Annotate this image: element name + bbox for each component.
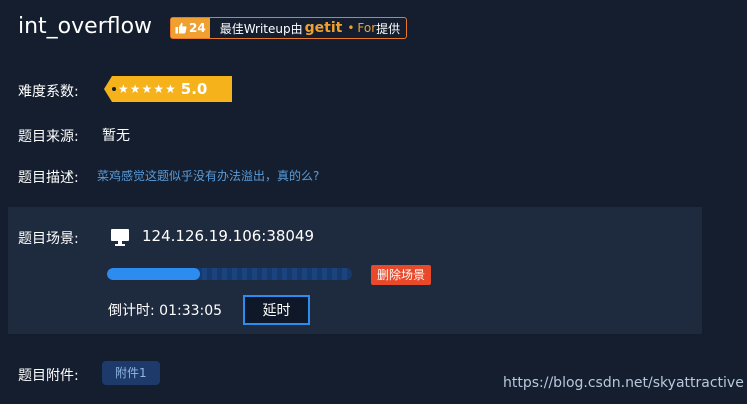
like-count[interactable]: 24 bbox=[171, 18, 210, 38]
watermark: https://blog.csdn.net/skyattractive bbox=[503, 375, 744, 391]
countdown-value: 01:33:05 bbox=[159, 303, 223, 319]
extend-time-button[interactable]: 延时 bbox=[243, 295, 310, 325]
monitor-icon bbox=[111, 229, 129, 246]
like-count-value: 24 bbox=[189, 21, 206, 35]
challenge-title: int_overflow bbox=[18, 14, 153, 39]
difficulty-stars: ★★★★★ bbox=[118, 82, 177, 96]
difficulty-tag: ★★★★★ 5.0 bbox=[104, 76, 232, 102]
tag-hole bbox=[112, 87, 116, 91]
scene-address[interactable]: 124.126.19.106:38049 bbox=[142, 227, 314, 245]
writeup-badge[interactable]: 24 最佳Writeup由 getit • For 提供 bbox=[170, 17, 408, 39]
scene-label: 题目场景: bbox=[18, 231, 79, 247]
difficulty-label: 难度系数: bbox=[18, 84, 79, 100]
source-value: 暂无 bbox=[102, 128, 130, 144]
writeup-suffix: 提供 bbox=[376, 21, 401, 36]
description-value: 菜鸡感觉这题似乎没有办法溢出，真的么? bbox=[97, 169, 320, 183]
scene-progress-fill bbox=[107, 268, 201, 280]
countdown: 倒计时: 01:33:05 bbox=[108, 300, 222, 320]
delete-scene-button[interactable]: 删除场景 bbox=[371, 265, 432, 285]
description-label: 题目描述: bbox=[18, 170, 79, 186]
source-label: 题目来源: bbox=[18, 129, 79, 145]
scene-progress-bar bbox=[107, 268, 352, 280]
attachment-button[interactable]: 附件1 bbox=[102, 361, 160, 385]
writeup-for: For bbox=[357, 21, 377, 35]
thumbs-up-icon bbox=[175, 22, 187, 34]
attachments-label: 题目附件: bbox=[18, 368, 79, 384]
writeup-user[interactable]: getit bbox=[305, 20, 343, 36]
difficulty-score: 5.0 bbox=[180, 80, 208, 98]
writeup-credit: 最佳Writeup由 getit • For 提供 bbox=[210, 20, 406, 37]
countdown-label: 倒计时: bbox=[108, 303, 155, 319]
writeup-dot: • bbox=[347, 21, 355, 35]
writeup-prefix: 最佳Writeup由 bbox=[219, 21, 303, 36]
